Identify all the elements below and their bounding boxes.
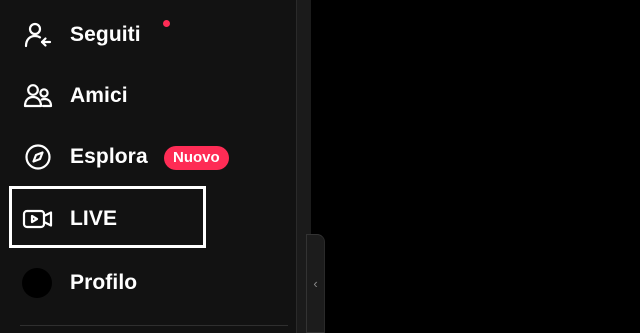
sidebar-item-profilo[interactable]: Profilo bbox=[10, 258, 210, 308]
notification-dot bbox=[163, 20, 170, 27]
new-badge: Nuovo bbox=[164, 146, 229, 170]
sidebar-item-label: Seguiti bbox=[70, 23, 141, 46]
user-follow-icon bbox=[22, 19, 54, 51]
chevron-left-icon: ‹ bbox=[313, 276, 318, 291]
sidebar-item-seguiti[interactable]: Seguiti bbox=[10, 10, 210, 60]
divider bbox=[20, 325, 288, 326]
highlight-box bbox=[9, 186, 206, 248]
avatar bbox=[22, 268, 52, 298]
collapse-sidebar-button[interactable]: ‹ bbox=[306, 234, 325, 333]
page: Seguiti Amici Esplora Nuovo LIVE Profilo… bbox=[0, 0, 640, 333]
sidebar: Seguiti Amici Esplora Nuovo LIVE Profilo bbox=[0, 0, 296, 333]
sidebar-item-label: Esplora bbox=[70, 145, 148, 168]
sidebar-item-label: Profilo bbox=[70, 271, 138, 294]
compass-icon bbox=[22, 141, 54, 173]
sidebar-item-label: Amici bbox=[70, 84, 128, 107]
sidebar-item-amici[interactable]: Amici bbox=[10, 71, 210, 121]
sidebar-item-esplora[interactable]: Esplora Nuovo bbox=[10, 132, 229, 182]
users-icon bbox=[22, 80, 54, 112]
